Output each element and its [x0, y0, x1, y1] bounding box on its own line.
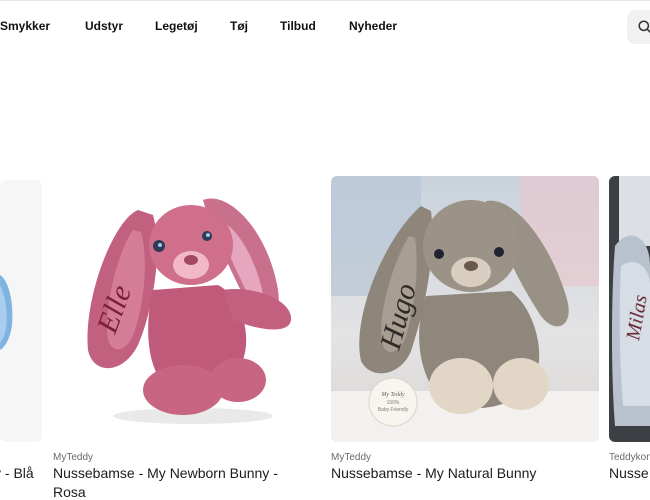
- product-card-1[interactable]: Elle MyTeddy Nussebamse - My Newborn Bun…: [53, 180, 321, 500]
- nav-item-tilbud[interactable]: Tilbud: [280, 19, 316, 33]
- product-title[interactable]: Nussebamse - My Natural Bunny: [331, 464, 599, 483]
- product-brand: MyTeddy: [53, 452, 94, 463]
- search-icon: [638, 20, 650, 34]
- product-image[interactable]: Hugo My Teddy 100% Baby Friendly: [331, 176, 599, 442]
- nav-item-smykker[interactable]: Smykker: [0, 19, 50, 33]
- tag-brand: My Teddy: [380, 392, 405, 398]
- main-nav: Smykker Udstyr Legetøj Tøj Tilbud Nyhede…: [0, 0, 650, 52]
- nav-item-legetoj[interactable]: Legetøj: [155, 19, 198, 33]
- product-image[interactable]: [0, 180, 42, 442]
- product-card-3[interactable]: Milas Teddykom Nusse: [609, 176, 650, 500]
- product-brand: Teddykom: [609, 452, 650, 463]
- product-brand: MyTeddy: [331, 452, 372, 463]
- nav-item-udstyr[interactable]: Udstyr: [85, 19, 123, 33]
- product-image[interactable]: Elle: [53, 180, 321, 442]
- product-card-0[interactable]: y - Blå: [0, 180, 42, 500]
- product-image[interactable]: Milas: [609, 176, 650, 442]
- product-card-2[interactable]: Hugo My Teddy 100% Baby Friendly MyTeddy…: [331, 176, 599, 500]
- tag-text: Baby Friendly: [378, 407, 409, 413]
- nav-item-nyheder[interactable]: Nyheder: [349, 19, 397, 33]
- product-title[interactable]: y - Blå: [0, 464, 54, 483]
- nav-item-toj[interactable]: Tøj: [230, 19, 248, 33]
- search-button[interactable]: [627, 10, 650, 44]
- product-title[interactable]: Nussebamse - My Newborn Bunny - Rosa: [53, 464, 313, 500]
- tag-percent: 100%: [387, 400, 400, 406]
- product-title[interactable]: Nusse: [609, 464, 649, 483]
